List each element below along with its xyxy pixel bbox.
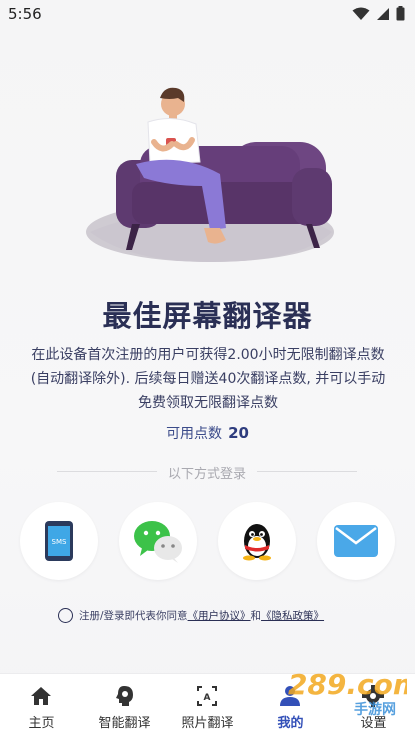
site-watermark: 289.com 手游网: [288, 668, 407, 718]
login-divider: 以下方式登录: [57, 462, 357, 482]
wechat-login-button[interactable]: [119, 502, 197, 580]
agreement-prefix: 注册/登录即代表你同意: [79, 609, 188, 622]
tab-photo-translate[interactable]: A 照片翻译: [166, 674, 249, 737]
tab-smart-translate-label: 智能翻译: [98, 716, 151, 731]
points-value: 20: [228, 424, 249, 442]
wechat-icon: [134, 521, 182, 563]
app-title: 最佳屏幕翻译器: [102, 299, 313, 333]
sms-login-button[interactable]: SMS: [20, 502, 98, 580]
svg-text:A: A: [204, 693, 211, 703]
user-agreement-link[interactable]: 《用户协议》: [188, 608, 251, 623]
points-label: 可用点数: [166, 426, 223, 442]
svg-text:SMS: SMS: [52, 538, 67, 546]
qq-login-button[interactable]: [218, 502, 296, 580]
sms-phone-icon: SMS: [45, 521, 73, 561]
privacy-policy-link[interactable]: 《隐私政策》: [261, 608, 324, 623]
login-methods: SMS: [0, 502, 415, 582]
watermark-subtext: 手游网: [354, 701, 396, 718]
divider-line-right: [257, 471, 357, 472]
agreement-and: 和: [250, 609, 262, 622]
login-divider-text: 以下方式登录: [167, 467, 246, 482]
tab-smart-translate[interactable]: 智能翻译: [83, 674, 166, 737]
watermark-text: 289.com: [288, 668, 407, 701]
qq-penguin-icon: [243, 524, 271, 561]
profile-page: 5:56 最佳屏幕翻译器 在此设备首次注册的用户可获得2.00小时无限制翻译点数…: [0, 0, 415, 737]
promo-description: 在此设备首次注册的用户可获得2.00小时无限制翻译点数(自动翻译除外). 后续每…: [30, 347, 386, 411]
email-icon: [334, 525, 378, 557]
tab-home-label: 主页: [28, 716, 55, 731]
home-icon: [31, 687, 51, 705]
tab-photo-translate-label: 照片翻译: [181, 716, 234, 731]
email-login-button[interactable]: [317, 502, 395, 580]
status-icons: [352, 6, 405, 21]
person-on-sofa-illustration: [86, 87, 334, 262]
status-time: 5:56: [8, 5, 42, 23]
wifi-icon: [352, 7, 370, 20]
agreement-row: 注册/登录即代表你同意 《用户协议》 和 《隐私政策》: [58, 605, 378, 625]
status-bar: 5:56: [0, 0, 415, 30]
photo-translate-icon: A: [197, 686, 217, 706]
agreement-checkbox[interactable]: [58, 607, 73, 623]
smart-translate-icon: [116, 686, 133, 706]
tab-home[interactable]: 主页: [0, 674, 83, 737]
available-points: 可用点数 20: [0, 423, 415, 443]
battery-icon: [396, 6, 405, 21]
signal-icon: [377, 7, 389, 20]
